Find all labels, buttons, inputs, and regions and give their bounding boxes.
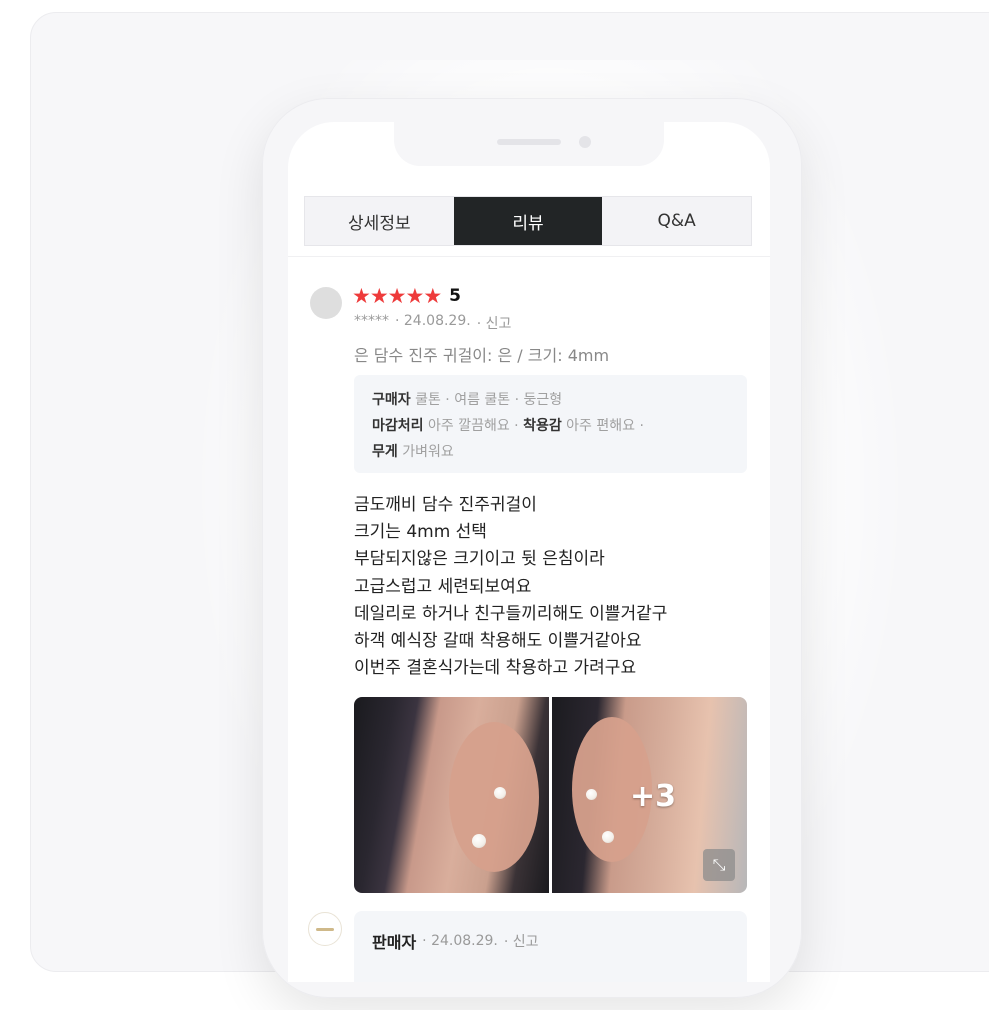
survey-value: 쿨톤 · 여름 쿨톤 · 둥근형 xyxy=(415,392,563,408)
seller-reply-meta: 판매자 · 24.08.29. · 신고 xyxy=(372,929,539,953)
review-line: 고급스럽고 세련되보여요 xyxy=(354,576,532,597)
review-line: 크기는 4mm 선택 xyxy=(354,522,487,543)
earring-pearl xyxy=(472,834,486,848)
divider xyxy=(288,256,770,257)
star-icon: ★ xyxy=(369,284,389,308)
star-icon: ★ xyxy=(423,284,443,308)
review-line: 이번주 결혼식가는데 착용하고 가려구요 xyxy=(354,658,637,679)
review-photo[interactable]: +3 ⤡ xyxy=(552,697,747,893)
report-link[interactable]: · 신고 xyxy=(477,313,512,333)
review-line: 금도깨비 담수 진주귀걸이 xyxy=(354,495,537,515)
report-link[interactable]: · 신고 xyxy=(504,931,539,951)
survey-label: 마감처리 xyxy=(372,418,424,434)
more-photos-count[interactable]: +3 xyxy=(630,779,676,814)
earring-pearl xyxy=(602,831,614,843)
earring-pearl xyxy=(494,787,506,799)
star-rating: ★ ★ ★ ★ ★ 5 xyxy=(352,284,461,308)
survey-label: 무게 xyxy=(372,444,398,460)
ear-shape xyxy=(449,722,539,872)
camera-icon xyxy=(579,136,591,148)
review-date: · 24.08.29. xyxy=(395,313,471,329)
survey-value: 가벼워요 xyxy=(402,444,454,460)
survey-value: 아주 편해요 · xyxy=(566,418,644,434)
review-photos: +3 ⤡ xyxy=(354,697,747,893)
reviewer-name: ***** xyxy=(354,313,389,329)
speaker-icon xyxy=(497,139,561,145)
seller-reply-date: · 24.08.29. xyxy=(422,933,498,949)
phone-screen: 상세정보 리뷰 Q&A ★ ★ ★ ★ ★ 5 ***** · 24.08.29… xyxy=(288,122,770,982)
survey-value: 아주 깔끔해요 · xyxy=(427,418,519,434)
review-photo[interactable] xyxy=(354,697,549,893)
earring-pearl xyxy=(586,789,597,800)
star-icon: ★ xyxy=(405,284,425,308)
review-text: 금도깨비 담수 진주귀걸이 크기는 4mm 선택 부담되지않은 크기이고 뒷 은… xyxy=(354,492,667,682)
product-tabs: 상세정보 리뷰 Q&A xyxy=(304,196,752,246)
tab-qna[interactable]: Q&A xyxy=(602,197,752,245)
purchased-option: 은 담수 진주 귀걸이: 은 / 크기: 4mm xyxy=(354,346,610,365)
star-icon: ★ xyxy=(352,284,371,308)
tab-reviews[interactable]: 리뷰 xyxy=(453,197,603,245)
seller-logo xyxy=(308,912,342,946)
review-meta: ***** · 24.08.29. · 신고 xyxy=(354,313,511,333)
tab-details[interactable]: 상세정보 xyxy=(305,197,454,245)
reviewer-avatar xyxy=(310,287,342,319)
rating-value: 5 xyxy=(449,286,461,306)
seller-name: 판매자 xyxy=(372,933,417,952)
expand-icon[interactable]: ⤡ xyxy=(703,849,735,881)
review-line: 부담되지않은 크기이고 뒷 은침이라 xyxy=(354,549,605,570)
phone-notch xyxy=(394,122,664,166)
star-icon: ★ xyxy=(387,284,407,308)
survey-label: 착용감 xyxy=(523,418,562,434)
review-line: 하객 예식장 갈때 착용해도 이쁠거같아요 xyxy=(354,631,642,652)
review-line: 데일리로 하거나 친구들끼리해도 이쁠거같구 xyxy=(354,603,668,624)
survey-label: 구매자 xyxy=(372,392,411,408)
review-survey: 구매자 쿨톤 · 여름 쿨톤 · 둥근형 마감처리 아주 깔끔해요 · 착용감 … xyxy=(354,375,747,473)
